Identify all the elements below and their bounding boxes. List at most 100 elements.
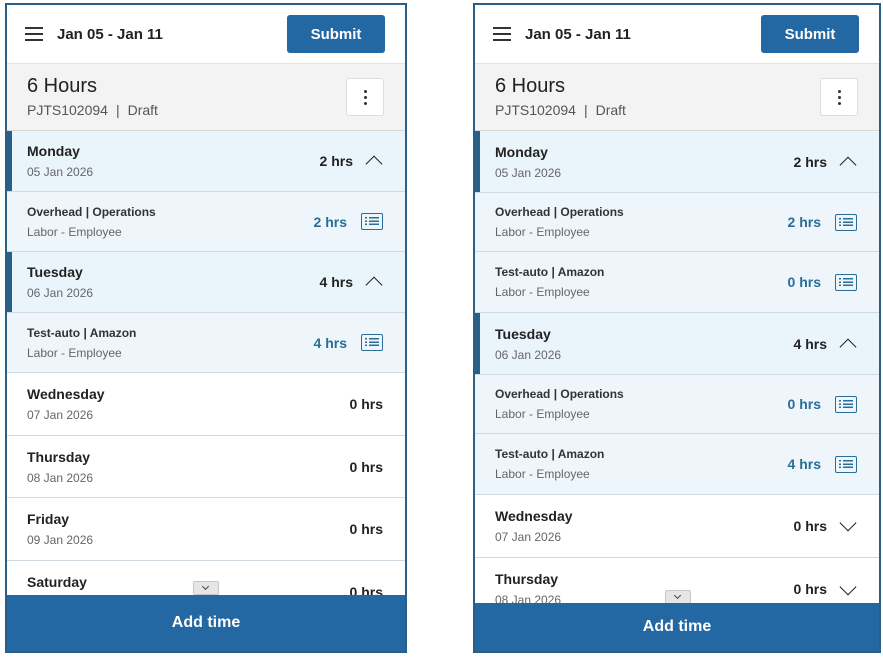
day-hours: 0 hrs bbox=[793, 518, 827, 534]
submit-button[interactable]: Submit bbox=[287, 15, 385, 53]
day-list: Monday 05 Jan 2026 2 hrs Overhead | Opera… bbox=[475, 131, 879, 608]
day-list: Monday 05 Jan 2026 2 hrs Overhead | Opera… bbox=[7, 131, 405, 623]
timesheet-screen-right: Jan 05 - Jan 11 Submit 6 Hours PJTS10209… bbox=[473, 3, 881, 653]
status-label: Draft bbox=[595, 102, 626, 118]
date-range: Jan 05 - Jan 11 bbox=[57, 25, 163, 43]
list-details-icon[interactable] bbox=[835, 395, 857, 413]
time-entry-row[interactable]: Test-auto | Amazon Labor - Employee 4 hrs bbox=[7, 313, 405, 373]
chevron-up-icon[interactable] bbox=[839, 153, 857, 171]
chevron-down-icon[interactable] bbox=[839, 517, 857, 535]
entry-type: Labor - Employee bbox=[495, 285, 590, 299]
entry-type: Labor - Employee bbox=[27, 224, 122, 239]
total-hours: 6 Hours bbox=[27, 75, 98, 97]
list-details-icon[interactable] bbox=[835, 273, 857, 291]
day-hours: 0 hrs bbox=[793, 581, 827, 597]
day-hours: 0 hrs bbox=[349, 396, 383, 412]
timesheet-meta: PJTS102094 | Draft bbox=[495, 102, 859, 118]
entry-hours[interactable]: 4 hrs bbox=[314, 335, 347, 351]
day-name: Monday bbox=[495, 143, 548, 160]
entry-type: Labor - Employee bbox=[495, 225, 590, 239]
time-entry-row[interactable]: Overhead | Operations Labor - Employee 2 … bbox=[475, 193, 879, 252]
day-name: Wednesday bbox=[495, 508, 573, 524]
scroll-down-icon[interactable] bbox=[665, 590, 691, 604]
day-row-friday[interactable]: Friday 09 Jan 2026 0 hrs bbox=[7, 498, 405, 561]
day-date: 06 Jan 2026 bbox=[495, 347, 562, 362]
chevron-down-icon[interactable] bbox=[839, 581, 857, 599]
day-hours: 2 hrs bbox=[319, 153, 353, 169]
list-details-icon[interactable] bbox=[835, 213, 857, 231]
entry-project: Overhead | Operations bbox=[495, 205, 624, 219]
day-name: Thursday bbox=[495, 571, 559, 587]
chevron-up-icon[interactable] bbox=[365, 273, 383, 291]
entry-project: Test-auto | Amazon bbox=[27, 325, 137, 340]
time-entry-row[interactable]: Overhead | Operations Labor - Employee 2 … bbox=[7, 192, 405, 252]
day-row-tuesday[interactable]: Tuesday 06 Jan 2026 4 hrs bbox=[475, 313, 879, 375]
day-hours: 2 hrs bbox=[793, 153, 827, 170]
hamburger-menu-icon[interactable] bbox=[25, 27, 43, 41]
timesheet-id: PJTS102094 bbox=[495, 102, 576, 118]
day-row-wednesday[interactable]: Wednesday 07 Jan 2026 0 hrs bbox=[475, 495, 879, 558]
timesheet-id: PJTS102094 bbox=[27, 102, 108, 118]
day-hours: 0 hrs bbox=[349, 458, 383, 475]
add-time-button[interactable]: Add time bbox=[7, 595, 405, 651]
day-name: Monday bbox=[27, 143, 80, 159]
entry-type: Labor - Employee bbox=[495, 407, 590, 421]
day-date: 05 Jan 2026 bbox=[495, 165, 562, 180]
time-entry-row[interactable]: Test-auto | Amazon Labor - Employee 4 hrs bbox=[475, 434, 879, 495]
day-name: Wednesday bbox=[27, 386, 105, 402]
day-name: Tuesday bbox=[495, 325, 551, 342]
time-entry-row[interactable]: Overhead | Operations Labor - Employee 0 … bbox=[475, 375, 879, 434]
chevron-up-icon[interactable] bbox=[839, 335, 857, 353]
day-name: Saturday bbox=[27, 574, 87, 590]
add-time-button[interactable]: Add time bbox=[475, 603, 879, 651]
entry-type: Labor - Employee bbox=[27, 345, 122, 360]
entry-project: Overhead | Operations bbox=[495, 387, 624, 401]
header: Jan 05 - Jan 11 Submit bbox=[7, 5, 405, 63]
header: Jan 05 - Jan 11 Submit bbox=[475, 5, 879, 63]
entry-project: Test-auto | Amazon bbox=[495, 447, 605, 461]
date-range: Jan 05 - Jan 11 bbox=[525, 25, 631, 43]
entry-hours[interactable]: 0 hrs bbox=[788, 396, 821, 412]
day-date: 06 Jan 2026 bbox=[27, 286, 94, 300]
day-name: Thursday bbox=[27, 448, 91, 465]
day-row-thursday[interactable]: Thursday 08 Jan 2026 0 hrs bbox=[7, 436, 405, 498]
day-row-tuesday[interactable]: Tuesday 06 Jan 2026 4 hrs bbox=[7, 252, 405, 313]
day-hours: 4 hrs bbox=[319, 274, 353, 290]
entry-project: Overhead | Operations bbox=[27, 204, 156, 219]
entry-type: Labor - Employee bbox=[495, 467, 590, 481]
day-date: 07 Jan 2026 bbox=[27, 408, 94, 422]
entry-project: Test-auto | Amazon bbox=[495, 265, 605, 279]
vertical-ellipsis-icon[interactable] bbox=[346, 78, 384, 116]
day-hours: 0 hrs bbox=[349, 521, 383, 537]
status-label: Draft bbox=[127, 102, 158, 118]
day-row-wednesday[interactable]: Wednesday 07 Jan 2026 0 hrs bbox=[7, 373, 405, 436]
list-details-icon[interactable] bbox=[361, 334, 383, 351]
list-details-icon[interactable] bbox=[361, 213, 383, 230]
day-date: 07 Jan 2026 bbox=[495, 530, 562, 544]
day-name: Friday bbox=[27, 511, 70, 527]
day-date: 08 Jan 2026 bbox=[27, 470, 94, 485]
total-hours: 6 Hours bbox=[495, 75, 566, 97]
day-date: 05 Jan 2026 bbox=[27, 165, 94, 179]
entry-hours[interactable]: 2 hrs bbox=[788, 214, 821, 230]
scroll-down-icon[interactable] bbox=[193, 581, 219, 595]
day-date: 09 Jan 2026 bbox=[27, 533, 94, 547]
day-row-monday[interactable]: Monday 05 Jan 2026 2 hrs bbox=[475, 131, 879, 193]
timesheet-screen-left: Jan 05 - Jan 11 Submit 6 Hours PJTS10209… bbox=[5, 3, 407, 653]
entry-hours[interactable]: 4 hrs bbox=[788, 456, 821, 472]
meta-separator: | bbox=[583, 102, 588, 118]
timesheet-summary: 6 Hours PJTS102094 | Draft bbox=[475, 63, 879, 131]
day-row-monday[interactable]: Monday 05 Jan 2026 2 hrs bbox=[7, 131, 405, 192]
vertical-ellipsis-icon[interactable] bbox=[820, 78, 858, 116]
time-entry-row[interactable]: Test-auto | Amazon Labor - Employee 0 hrs bbox=[475, 252, 879, 313]
meta-separator: | bbox=[115, 102, 120, 118]
chevron-up-icon[interactable] bbox=[365, 152, 383, 170]
list-details-icon[interactable] bbox=[835, 455, 857, 473]
entry-hours[interactable]: 0 hrs bbox=[788, 274, 821, 290]
day-hours: 4 hrs bbox=[793, 335, 827, 352]
timesheet-summary: 6 Hours PJTS102094 | Draft bbox=[7, 63, 405, 131]
day-name: Tuesday bbox=[27, 264, 83, 280]
submit-button[interactable]: Submit bbox=[761, 15, 859, 53]
hamburger-menu-icon[interactable] bbox=[493, 27, 511, 41]
entry-hours[interactable]: 2 hrs bbox=[314, 214, 347, 230]
